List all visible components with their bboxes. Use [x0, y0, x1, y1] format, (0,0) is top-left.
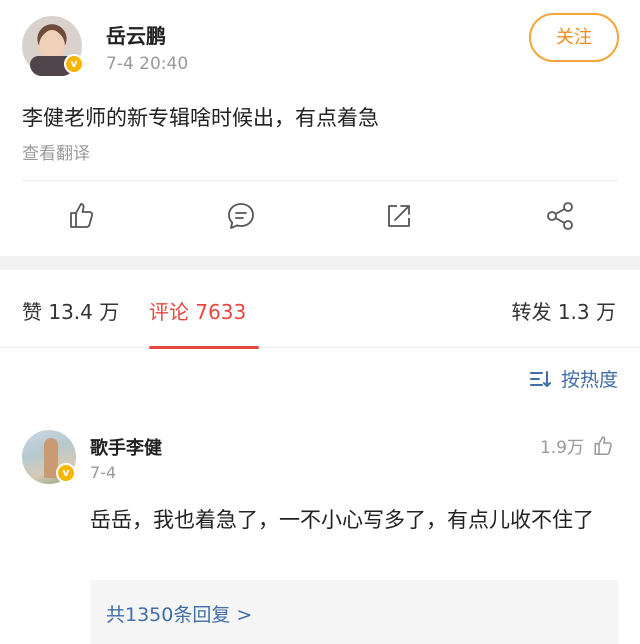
repost-button[interactable] — [383, 200, 415, 232]
verified-badge-icon: v — [56, 463, 76, 483]
thumb-up-icon — [594, 435, 612, 455]
sort-row: 按热度 — [0, 349, 640, 405]
thumb-up-icon — [70, 203, 94, 228]
comment-button[interactable] — [225, 200, 257, 232]
sort-icon — [529, 370, 551, 387]
tab-likes[interactable]: 赞 13.4 万 — [22, 296, 119, 325]
comment-like-button[interactable]: 1.9万 — [540, 433, 614, 458]
post-timestamp: 7-4 20:40 — [106, 54, 189, 74]
sort-label: 按热度 — [560, 369, 618, 391]
comment-text: 岳岳，我也着急了，一不小心写多了，有点儿收不住了 — [90, 508, 594, 532]
comment-like-count: 1.9万 — [539, 438, 584, 458]
comment-icon — [228, 203, 254, 229]
weibo-post: v 岳云鹏 7-4 20:40 关注 李健老师的新专辑啥时候出，有点着急 查看翻… — [0, 0, 640, 256]
divider — [22, 180, 618, 181]
replies-box[interactable]: 共1350条回复 > — [90, 580, 618, 644]
post-text: 李健老师的新专辑啥时候出，有点着急 — [22, 106, 379, 130]
sort-by-hot-button[interactable]: 按热度 — [529, 365, 618, 392]
stats-tab-bar: 赞 13.4 万 评论 7633 转发 1.3 万 — [0, 270, 640, 349]
view-replies-link[interactable]: 共1350条回复 > — [106, 600, 252, 627]
commenter-username[interactable]: 歌手李健 — [90, 434, 162, 460]
repost-icon — [388, 205, 410, 227]
verified-badge-icon: v — [64, 54, 84, 74]
like-button[interactable] — [64, 200, 96, 232]
comment-item: v 歌手李健 7-4 1.9万 岳岳，我也着急了，一不小心写多了，有点儿收不住了… — [0, 405, 640, 644]
poster-username[interactable]: 岳云鹏 — [106, 20, 166, 49]
section-gap — [0, 256, 640, 270]
translate-link[interactable]: 查看翻译 — [22, 139, 90, 164]
tab-comments[interactable]: 评论 7633 — [149, 296, 246, 325]
share-button[interactable] — [544, 200, 576, 232]
follow-button[interactable]: 关注 — [529, 13, 619, 62]
comment-date: 7-4 — [90, 463, 117, 482]
share-icon — [547, 202, 573, 230]
tab-reposts[interactable]: 转发 1.3 万 — [511, 296, 616, 325]
